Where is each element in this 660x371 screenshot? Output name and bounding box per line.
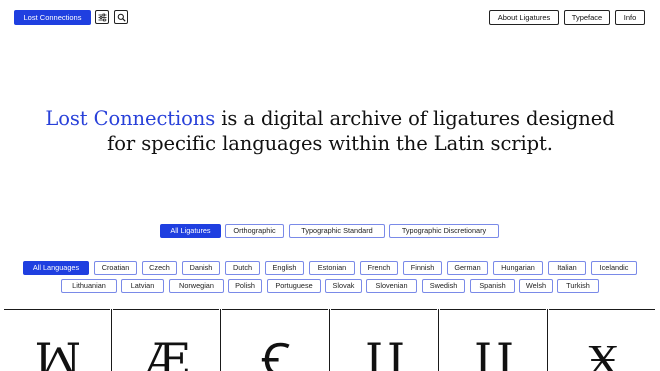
intro-line-1: Lost Connections is a digital archive of… xyxy=(0,106,660,131)
ligature-card-1[interactable]: ꟽ xyxy=(4,330,112,371)
language-spanish[interactable]: Spanish xyxy=(470,279,515,293)
language-french[interactable]: French xyxy=(360,261,398,275)
language-estonian[interactable]: Estonian xyxy=(309,261,355,275)
filter-button[interactable] xyxy=(95,10,109,24)
grid-border xyxy=(222,309,328,310)
nav-about-ligatures[interactable]: About Ligatures xyxy=(489,10,559,25)
sliders-icon xyxy=(98,13,106,21)
nav-info[interactable]: Info xyxy=(615,10,645,25)
language-croatian[interactable]: Croatian xyxy=(94,261,137,275)
category-orthographic[interactable]: Orthographic xyxy=(225,224,284,238)
language-slovenian[interactable]: Slovenian xyxy=(366,279,417,293)
category-typographic-standard[interactable]: Typographic Standard xyxy=(289,224,385,238)
nav-typeface[interactable]: Typeface xyxy=(564,10,610,25)
category-typographic-discretionary[interactable]: Typographic Discretionary xyxy=(389,224,499,238)
language-lithuanian[interactable]: Lithuanian xyxy=(61,279,117,293)
language-english[interactable]: English xyxy=(265,261,304,275)
ligature-card-4[interactable]: Ц xyxy=(331,330,439,371)
grid-border xyxy=(113,309,219,310)
language-welsh[interactable]: Welsh xyxy=(519,279,553,293)
language-slovak[interactable]: Slovak xyxy=(325,279,362,293)
grid-border xyxy=(549,309,655,310)
ligature-card-2[interactable]: Æ xyxy=(113,330,221,371)
language-danish[interactable]: Danish xyxy=(182,261,220,275)
language-latvian[interactable]: Latvian xyxy=(121,279,164,293)
language-czech[interactable]: Czech xyxy=(142,261,177,275)
language-turkish[interactable]: Turkish xyxy=(557,279,599,293)
grid-border xyxy=(331,309,437,310)
ligature-card-5[interactable]: Ц xyxy=(440,330,548,371)
intro-accent: Lost Connections xyxy=(45,107,216,130)
category-all-ligatures[interactable]: All Ligatures xyxy=(160,224,221,238)
intro-headline: Lost Connections is a digital archive of… xyxy=(0,106,660,156)
language-hungarian[interactable]: Hungarian xyxy=(493,261,543,275)
language-norwegian[interactable]: Norwegian xyxy=(169,279,224,293)
language-dutch[interactable]: Dutch xyxy=(225,261,260,275)
language-german[interactable]: German xyxy=(447,261,488,275)
home-button[interactable]: Lost Connections xyxy=(14,10,91,25)
search-icon xyxy=(117,13,126,22)
intro-line-1-rest: is a digital archive of ligatures design… xyxy=(215,107,615,130)
language-finnish[interactable]: Finnish xyxy=(403,261,442,275)
language-portuguese[interactable]: Portuguese xyxy=(267,279,321,293)
language-all-languages[interactable]: All Languages xyxy=(23,261,89,275)
grid-border xyxy=(4,309,110,310)
ligature-card-3[interactable]: Ꞓ xyxy=(222,330,330,371)
intro-line-2: for specific languages within the Latin … xyxy=(107,132,553,155)
language-swedish[interactable]: Swedish xyxy=(422,279,465,293)
language-italian[interactable]: Italian xyxy=(548,261,586,275)
grid-border xyxy=(440,309,546,310)
ligature-card-6[interactable]: Ӿ xyxy=(549,330,657,371)
top-bar: Lost Connections About Ligatures Typefac… xyxy=(0,0,660,34)
language-icelandic[interactable]: Icelandic xyxy=(591,261,637,275)
search-button[interactable] xyxy=(114,10,128,24)
language-polish[interactable]: Polish xyxy=(228,279,262,293)
